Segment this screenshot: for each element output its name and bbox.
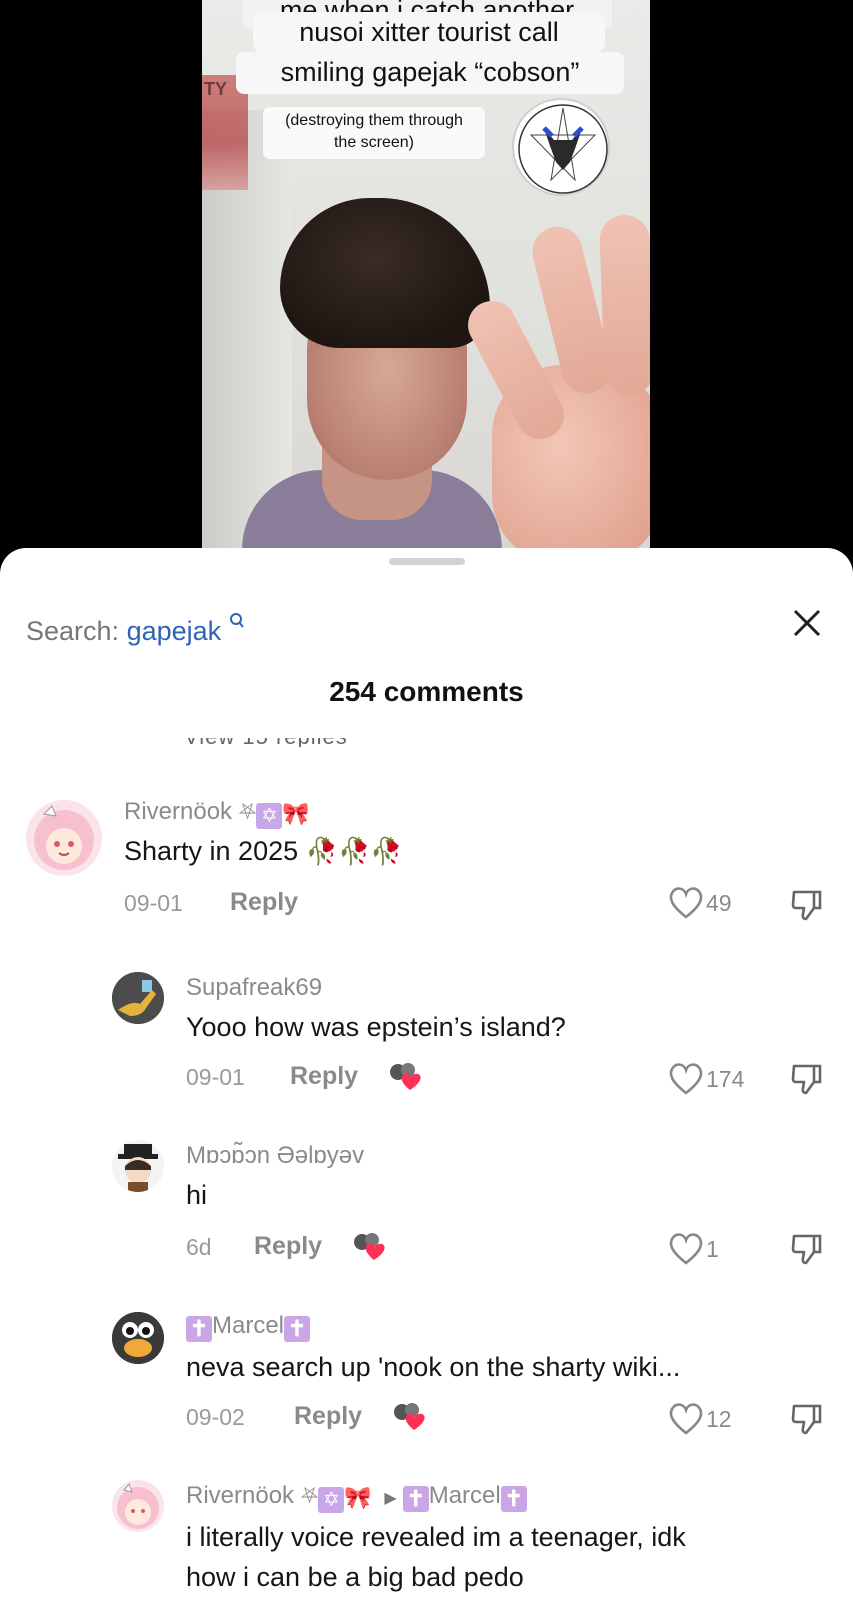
dislike-icon[interactable] <box>790 888 824 922</box>
like-count: 174 <box>706 1065 745 1092</box>
comment-count: 254 comments <box>329 676 524 707</box>
comment-date: 6d <box>186 1234 212 1260</box>
pentagram-icon: ⛧ <box>300 1483 319 1508</box>
like-button[interactable]: 12 <box>668 1402 732 1436</box>
avatar[interactable] <box>112 1312 164 1364</box>
comment-item: ✝ Marcel ✝ neva search up 'nook on the sha… <box>0 1296 853 1456</box>
reply-arrow-icon: ▶ <box>384 1490 397 1507</box>
cross-icon: ✝ <box>284 1316 311 1342</box>
comment-item: Mɒɔɒ̃ɔn Əəlɒyəv hi 6d Reply 1 <box>0 1126 853 1286</box>
dislike-icon[interactable] <box>790 1062 824 1096</box>
avatar[interactable] <box>112 1480 164 1532</box>
wilted-rose-icon: 🥀 <box>338 836 371 866</box>
reply-button[interactable]: Reply <box>254 1232 322 1261</box>
subcaption-line2: the screen) <box>333 134 415 151</box>
heart-icon <box>669 887 703 919</box>
comments-sheet: Search: gapejak 254 comments View 15 rep… <box>0 548 853 1600</box>
sticker-seal-icon <box>512 98 610 196</box>
video-subcaption: (destroying them through the screen) <box>263 107 485 159</box>
close-icon[interactable] <box>790 606 824 640</box>
comment-username[interactable]: Supafreak69 <box>186 974 322 1002</box>
comment-username[interactable]: ✝ Marcel ✝ <box>186 1312 311 1342</box>
wilted-rose-icon: 🥀 <box>305 836 339 866</box>
creator-liked-icon <box>388 1060 424 1092</box>
reply-button[interactable]: Reply <box>290 1062 358 1091</box>
comment-date: 09-02 <box>186 1404 245 1430</box>
wilted-rose-icon: 🥀 <box>370 836 403 866</box>
comment-text: hi <box>186 1180 208 1210</box>
subcaption-line1: (destroying them through <box>285 112 463 129</box>
dislike-icon[interactable] <box>790 1232 824 1266</box>
dislike-icon[interactable] <box>790 1402 824 1436</box>
creator-liked-icon <box>352 1230 388 1262</box>
heart-icon <box>669 1063 703 1095</box>
search-term[interactable]: gapejak <box>127 616 222 646</box>
like-button[interactable]: 49 <box>668 886 732 920</box>
comment-text: Yooo how was epstein’s island? <box>186 1012 566 1042</box>
comment-date: 09-01 <box>124 890 183 916</box>
video-caption-line1: nusoi xitter tourist call <box>253 12 605 52</box>
creator-liked-icon <box>392 1400 428 1432</box>
comment-date: 09-01 <box>186 1064 245 1090</box>
reply-button[interactable]: Reply <box>230 888 298 917</box>
comment-username[interactable]: Rivernöok ⛧ ✡ 🎀 ▶ ✝ Marcel ✝ <box>186 1482 527 1513</box>
like-count: 12 <box>706 1405 732 1432</box>
search-prefix: Search: <box>26 616 127 646</box>
search-icon[interactable] <box>223 613 245 635</box>
star-of-david-icon: ✡ <box>256 803 283 829</box>
like-button[interactable]: 1 <box>668 1232 719 1266</box>
heart-icon <box>669 1233 703 1265</box>
comment-text-line1: i literally voice revealed im a teenager… <box>186 1522 686 1552</box>
like-count: 1 <box>706 1235 719 1262</box>
like-count: 49 <box>706 889 732 916</box>
comment-item: Rivernöok ⛧ ✡ 🎀 ▶ ✝ Marcel ✝ i literally voic… <box>0 1466 853 1600</box>
poster-text: TY <box>204 79 228 99</box>
avatar[interactable] <box>112 972 164 1024</box>
avatar[interactable] <box>112 1140 164 1192</box>
bow-icon: 🎀 <box>344 1485 372 1510</box>
comment-item: Rivernöok ⛧ ✡ 🎀 Sharty in 2025 🥀🥀🥀 09-01 R… <box>0 786 853 946</box>
pentagram-icon: ⛧ <box>238 799 257 824</box>
comment-text-line2: how i can be a big bad pedo <box>186 1562 524 1592</box>
bow-icon: 🎀 <box>282 801 310 826</box>
reply-to-username[interactable]: Marcel <box>429 1482 501 1509</box>
cross-icon: ✝ <box>500 1486 527 1512</box>
search-suggestion[interactable]: Search: gapejak <box>26 612 245 647</box>
avatar[interactable] <box>26 800 102 876</box>
heart-icon <box>669 1403 703 1435</box>
view-replies-cutoff[interactable]: View 15 replies <box>184 738 384 747</box>
like-button[interactable]: 174 <box>668 1062 744 1096</box>
cross-icon: ✝ <box>402 1486 429 1512</box>
comment-text: Sharty in 2025 🥀🥀🥀 <box>124 836 403 866</box>
comment-username[interactable]: Rivernöok ⛧ ✡ 🎀 <box>124 798 310 829</box>
video-caption-line2: smiling gapejak “cobson” <box>236 52 624 94</box>
comment-text: neva search up 'nook on the sharty wiki.… <box>186 1352 681 1382</box>
sheet-drag-handle[interactable] <box>389 558 465 565</box>
comment-item: Supafreak69 Yooo how was epstein’s islan… <box>0 956 853 1116</box>
raised-hand <box>452 214 650 560</box>
star-of-david-icon: ✡ <box>318 1487 345 1513</box>
reply-button[interactable]: Reply <box>294 1402 362 1431</box>
comment-username[interactable]: Mɒɔɒ̃ɔn Əəlɒyəv <box>186 1142 364 1170</box>
cross-icon: ✝ <box>186 1316 212 1342</box>
